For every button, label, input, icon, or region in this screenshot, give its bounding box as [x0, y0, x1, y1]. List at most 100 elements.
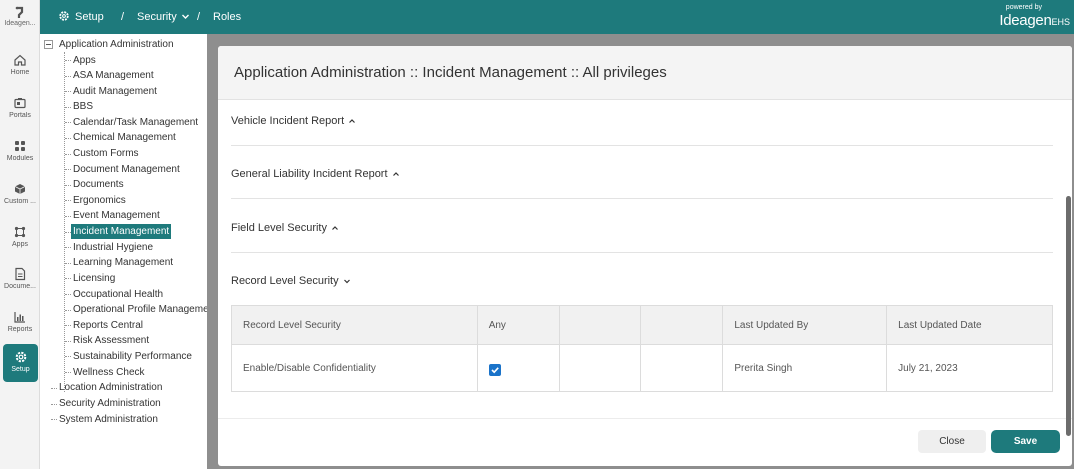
row-name: Enable/Disable Confidentiality [231, 344, 478, 392]
tree-connector [51, 388, 57, 389]
collapse-toggle-icon[interactable] [44, 40, 53, 49]
tree-node-incident-management[interactable]: Incident Management [71, 224, 172, 239]
tree-connector [65, 138, 71, 139]
ideagen-logo[interactable]: Ideagen... [0, 6, 40, 34]
tree-node[interactable]: Risk Assessment [73, 333, 149, 348]
tree-node-system-administration[interactable]: System Administration [59, 412, 158, 427]
tree-connector [65, 294, 71, 295]
breadcrumb-separator: / [121, 11, 125, 23]
rail-item-label: Modules [6, 155, 34, 162]
powered-by-label: powered by [1005, 4, 1042, 11]
rail-item-custom[interactable]: Custom ... [0, 179, 40, 219]
save-button[interactable]: Save [991, 430, 1060, 453]
rail-item-home[interactable]: Home [0, 50, 40, 90]
column-header [558, 305, 642, 345]
section-vehicle-incident-report[interactable]: Vehicle Incident Report [231, 115, 356, 127]
panel-title: Application Administration :: Incident M… [234, 64, 667, 81]
top-bar: Setup / Security / Roles powered by Idea… [40, 0, 1074, 34]
breadcrumb-separator: / [197, 11, 201, 23]
section-divider [231, 252, 1053, 253]
tree-node[interactable]: Calendar/Task Management [73, 115, 198, 130]
tree-node[interactable]: Ergonomics [73, 193, 126, 208]
section-label: General Liability Incident Report [231, 168, 388, 180]
tree-node[interactable]: Documents [73, 177, 124, 192]
section-label: Vehicle Incident Report [231, 115, 345, 127]
portals-icon [14, 98, 26, 109]
rail-item-documents[interactable]: Docume... [0, 264, 40, 304]
rail-logo-label: Ideagen... [4, 20, 36, 27]
rail-item-setup[interactable]: Setup [3, 344, 38, 382]
tree-connector [65, 216, 71, 217]
breadcrumb-setup[interactable]: Setup [75, 11, 104, 23]
record-level-security-table: Record Level Security Any Last Updated B… [231, 305, 1053, 392]
vertical-scrollbar[interactable] [1066, 196, 1071, 436]
tree-connector [65, 60, 71, 61]
rail-item-portals[interactable]: Portals [0, 93, 40, 133]
tree-node[interactable]: Operational Profile Management [73, 302, 207, 317]
rail-item-modules[interactable]: Modules [0, 136, 40, 176]
tree-node-location-administration[interactable]: Location Administration [59, 380, 162, 395]
column-header: Any [476, 305, 560, 345]
column-header [640, 305, 724, 345]
left-rail: Ideagen... Home Portals Modules Custom .… [0, 0, 40, 469]
document-icon [15, 267, 26, 281]
breadcrumb-security[interactable]: Security [137, 11, 177, 23]
tree-node[interactable]: Wellness Check [73, 365, 145, 380]
column-header: Last Updated By [722, 305, 888, 345]
modules-icon [15, 141, 25, 151]
tree-node[interactable]: Document Management [73, 162, 180, 177]
tree-node-security-administration[interactable]: Security Administration [59, 396, 161, 411]
tree-connector [65, 91, 71, 92]
chevron-up-icon [392, 172, 399, 177]
reports-icon [14, 312, 25, 323]
tree-connector [65, 185, 71, 186]
rail-item-label: Setup [11, 366, 30, 373]
tree-node[interactable]: Occupational Health [73, 287, 163, 302]
rail-item-apps[interactable]: Apps [0, 222, 40, 262]
tree-connector [65, 310, 71, 311]
tree-node[interactable]: BBS [73, 99, 93, 114]
tree-connector [65, 76, 71, 77]
tree-node[interactable]: Licensing [73, 271, 115, 286]
chevron-down-icon [343, 279, 350, 284]
tree-connector [65, 325, 71, 326]
gear-icon [59, 11, 69, 21]
tree-node[interactable]: Industrial Hygiene [73, 240, 153, 255]
tree-node[interactable]: Learning Management [73, 255, 173, 270]
tree-node[interactable]: Chemical Management [73, 130, 176, 145]
tree-connector [65, 278, 71, 279]
tree-connector [65, 372, 71, 373]
rail-item-reports[interactable]: Reports [0, 307, 40, 347]
tree-node[interactable]: Event Management [73, 208, 160, 223]
any-checkbox[interactable] [488, 363, 501, 376]
section-field-level-security[interactable]: Field Level Security [231, 222, 339, 234]
tree-connector [65, 107, 71, 108]
last-updated-date: July 21, 2023 [886, 344, 1053, 392]
navigation-tree: Application Administration Apps ASA Mana… [40, 34, 207, 469]
chevron-down-icon[interactable] [181, 12, 190, 21]
tree-node[interactable]: Sustainability Performance [73, 349, 192, 364]
rail-item-label: Home [10, 69, 30, 76]
empty-cell [640, 344, 724, 392]
column-header: Last Updated Date [886, 305, 1053, 345]
tree-node-application-administration[interactable]: Application Administration [59, 37, 174, 52]
tree-connector [65, 122, 71, 123]
tree-connector [65, 200, 71, 201]
tree-connector [65, 247, 71, 248]
tree-connector [65, 341, 71, 342]
apps-icon [14, 226, 26, 238]
section-general-liability-incident-report[interactable]: General Liability Incident Report [231, 168, 400, 180]
tree-node[interactable]: ASA Management [73, 68, 154, 83]
tree-node[interactable]: Reports Central [73, 318, 143, 333]
tree-node[interactable]: Audit Management [73, 84, 157, 99]
breadcrumb-roles: Roles [213, 11, 242, 23]
brand-name: Ideagen [999, 12, 1052, 29]
section-divider [231, 198, 1053, 199]
section-record-level-security[interactable]: Record Level Security [231, 275, 351, 287]
tree-node[interactable]: Apps [73, 53, 96, 68]
tree-node[interactable]: Custom Forms [73, 146, 139, 161]
chevron-up-icon [349, 119, 356, 124]
ideagen-logo-icon [15, 6, 24, 18]
close-button[interactable]: Close [918, 430, 986, 453]
empty-cell [558, 344, 642, 392]
